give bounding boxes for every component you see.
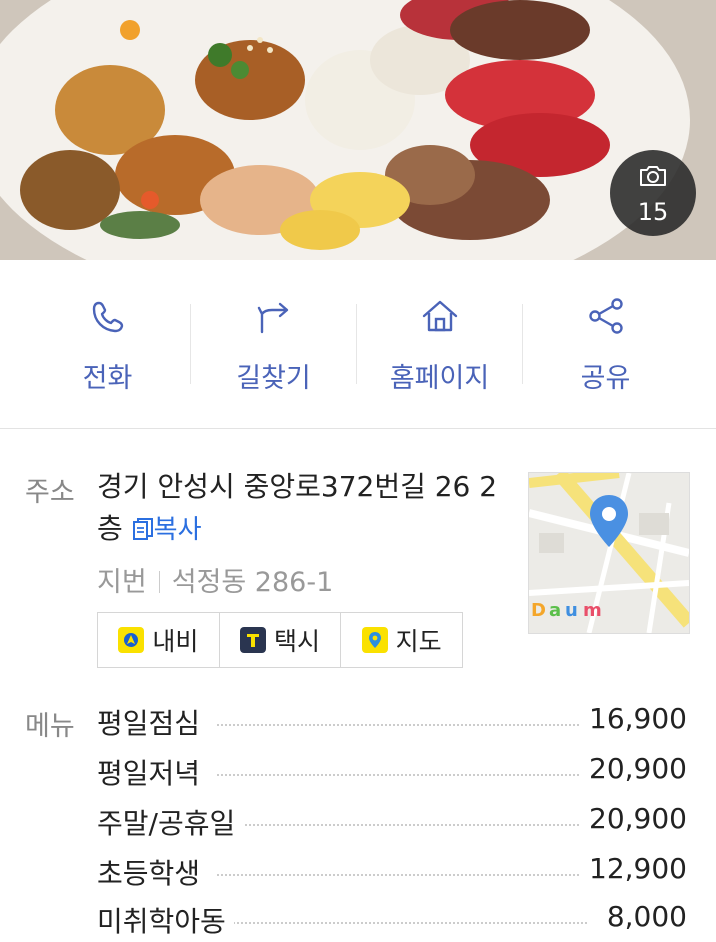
map-thumbnail: D a u m (529, 473, 689, 633)
divider (158, 571, 160, 593)
jibun-row: 지번 석정동 286-1 (97, 560, 333, 599)
menu-item-name: 미취학아동 (97, 900, 234, 940)
place-photo[interactable]: 15 (0, 0, 716, 260)
kakaotaxi-icon (240, 627, 266, 653)
call-label: 전화 (82, 363, 133, 394)
directions-label: 길찾기 (236, 363, 311, 394)
menu-item-name: 초등학생 (97, 852, 209, 892)
action-bar: 전화 길찾기 홈페이지 공유 (0, 260, 716, 429)
copy-address-button[interactable]: 복사 (132, 515, 202, 545)
dotted-leader (217, 874, 587, 876)
menu-item-price: 8,000 (598, 900, 687, 933)
menu-item-price: 12,900 (581, 852, 687, 885)
jibun-label: 지번 (97, 567, 147, 598)
home-icon (422, 300, 457, 332)
taxi-label: 택시 (274, 627, 321, 656)
svg-text:u: u (565, 600, 578, 621)
kakaomap-icon (361, 627, 388, 653)
dotted-leader (217, 774, 587, 776)
copy-label: 복사 (153, 515, 202, 545)
menu-item: 평일저녁 20,900 (97, 752, 687, 794)
call-button[interactable]: 전화 (25, 260, 190, 428)
copy-icon (132, 518, 153, 540)
menu-item-name: 평일저녁 (97, 752, 209, 792)
photo-count-badge[interactable]: 15 (610, 150, 696, 236)
svg-text:m: m (583, 600, 602, 621)
camera-icon (640, 166, 666, 186)
dotted-leader (217, 824, 587, 826)
homepage-button[interactable]: 홈페이지 (357, 260, 522, 428)
menu-item-price: 16,900 (581, 702, 687, 735)
navi-label: 내비 (152, 627, 199, 656)
menu-item-price: 20,900 (581, 752, 687, 785)
map-button[interactable]: 지도 (341, 613, 462, 667)
menu-item: 주말/공휴일 20,900 (97, 802, 687, 844)
menu-label: 메뉴 (25, 711, 75, 742)
svg-text:D: D (531, 600, 546, 621)
external-app-buttons: 내비 택시 지도 (97, 612, 463, 668)
kakaonavi-icon (118, 627, 145, 653)
photo-count: 15 (637, 198, 669, 226)
share-button[interactable]: 공유 (523, 260, 688, 428)
directions-button[interactable]: 길찾기 (191, 260, 356, 428)
menu-item-name: 평일점심 (97, 702, 209, 742)
phone-icon (92, 301, 123, 333)
dotted-leader (217, 724, 587, 726)
svg-text:a: a (549, 600, 561, 621)
share-icon (588, 298, 623, 334)
taxi-button[interactable]: 택시 (220, 613, 342, 667)
jibun-value: 석정동 286-1 (171, 567, 334, 598)
menu-item-name: 주말/공휴일 (97, 802, 244, 842)
share-label: 공유 (580, 363, 631, 394)
menu-item: 평일점심 16,900 (97, 702, 687, 744)
address-text: 경기 안성시 중앙로372번길 26 2층 복사 (97, 466, 517, 551)
menu-item-price: 20,900 (581, 802, 687, 835)
mini-map[interactable]: D a u m (528, 472, 690, 634)
menu-item: 초등학생 12,900 (97, 852, 687, 894)
map-label: 지도 (395, 627, 442, 656)
homepage-label: 홈페이지 (389, 363, 490, 394)
dotted-leader (217, 922, 587, 924)
directions-icon (257, 302, 288, 334)
address-label: 주소 (25, 477, 75, 508)
menu-item: 미취학아동 8,000 (97, 900, 687, 942)
navi-button[interactable]: 내비 (98, 613, 220, 667)
sushi-platter-image (0, 0, 716, 260)
